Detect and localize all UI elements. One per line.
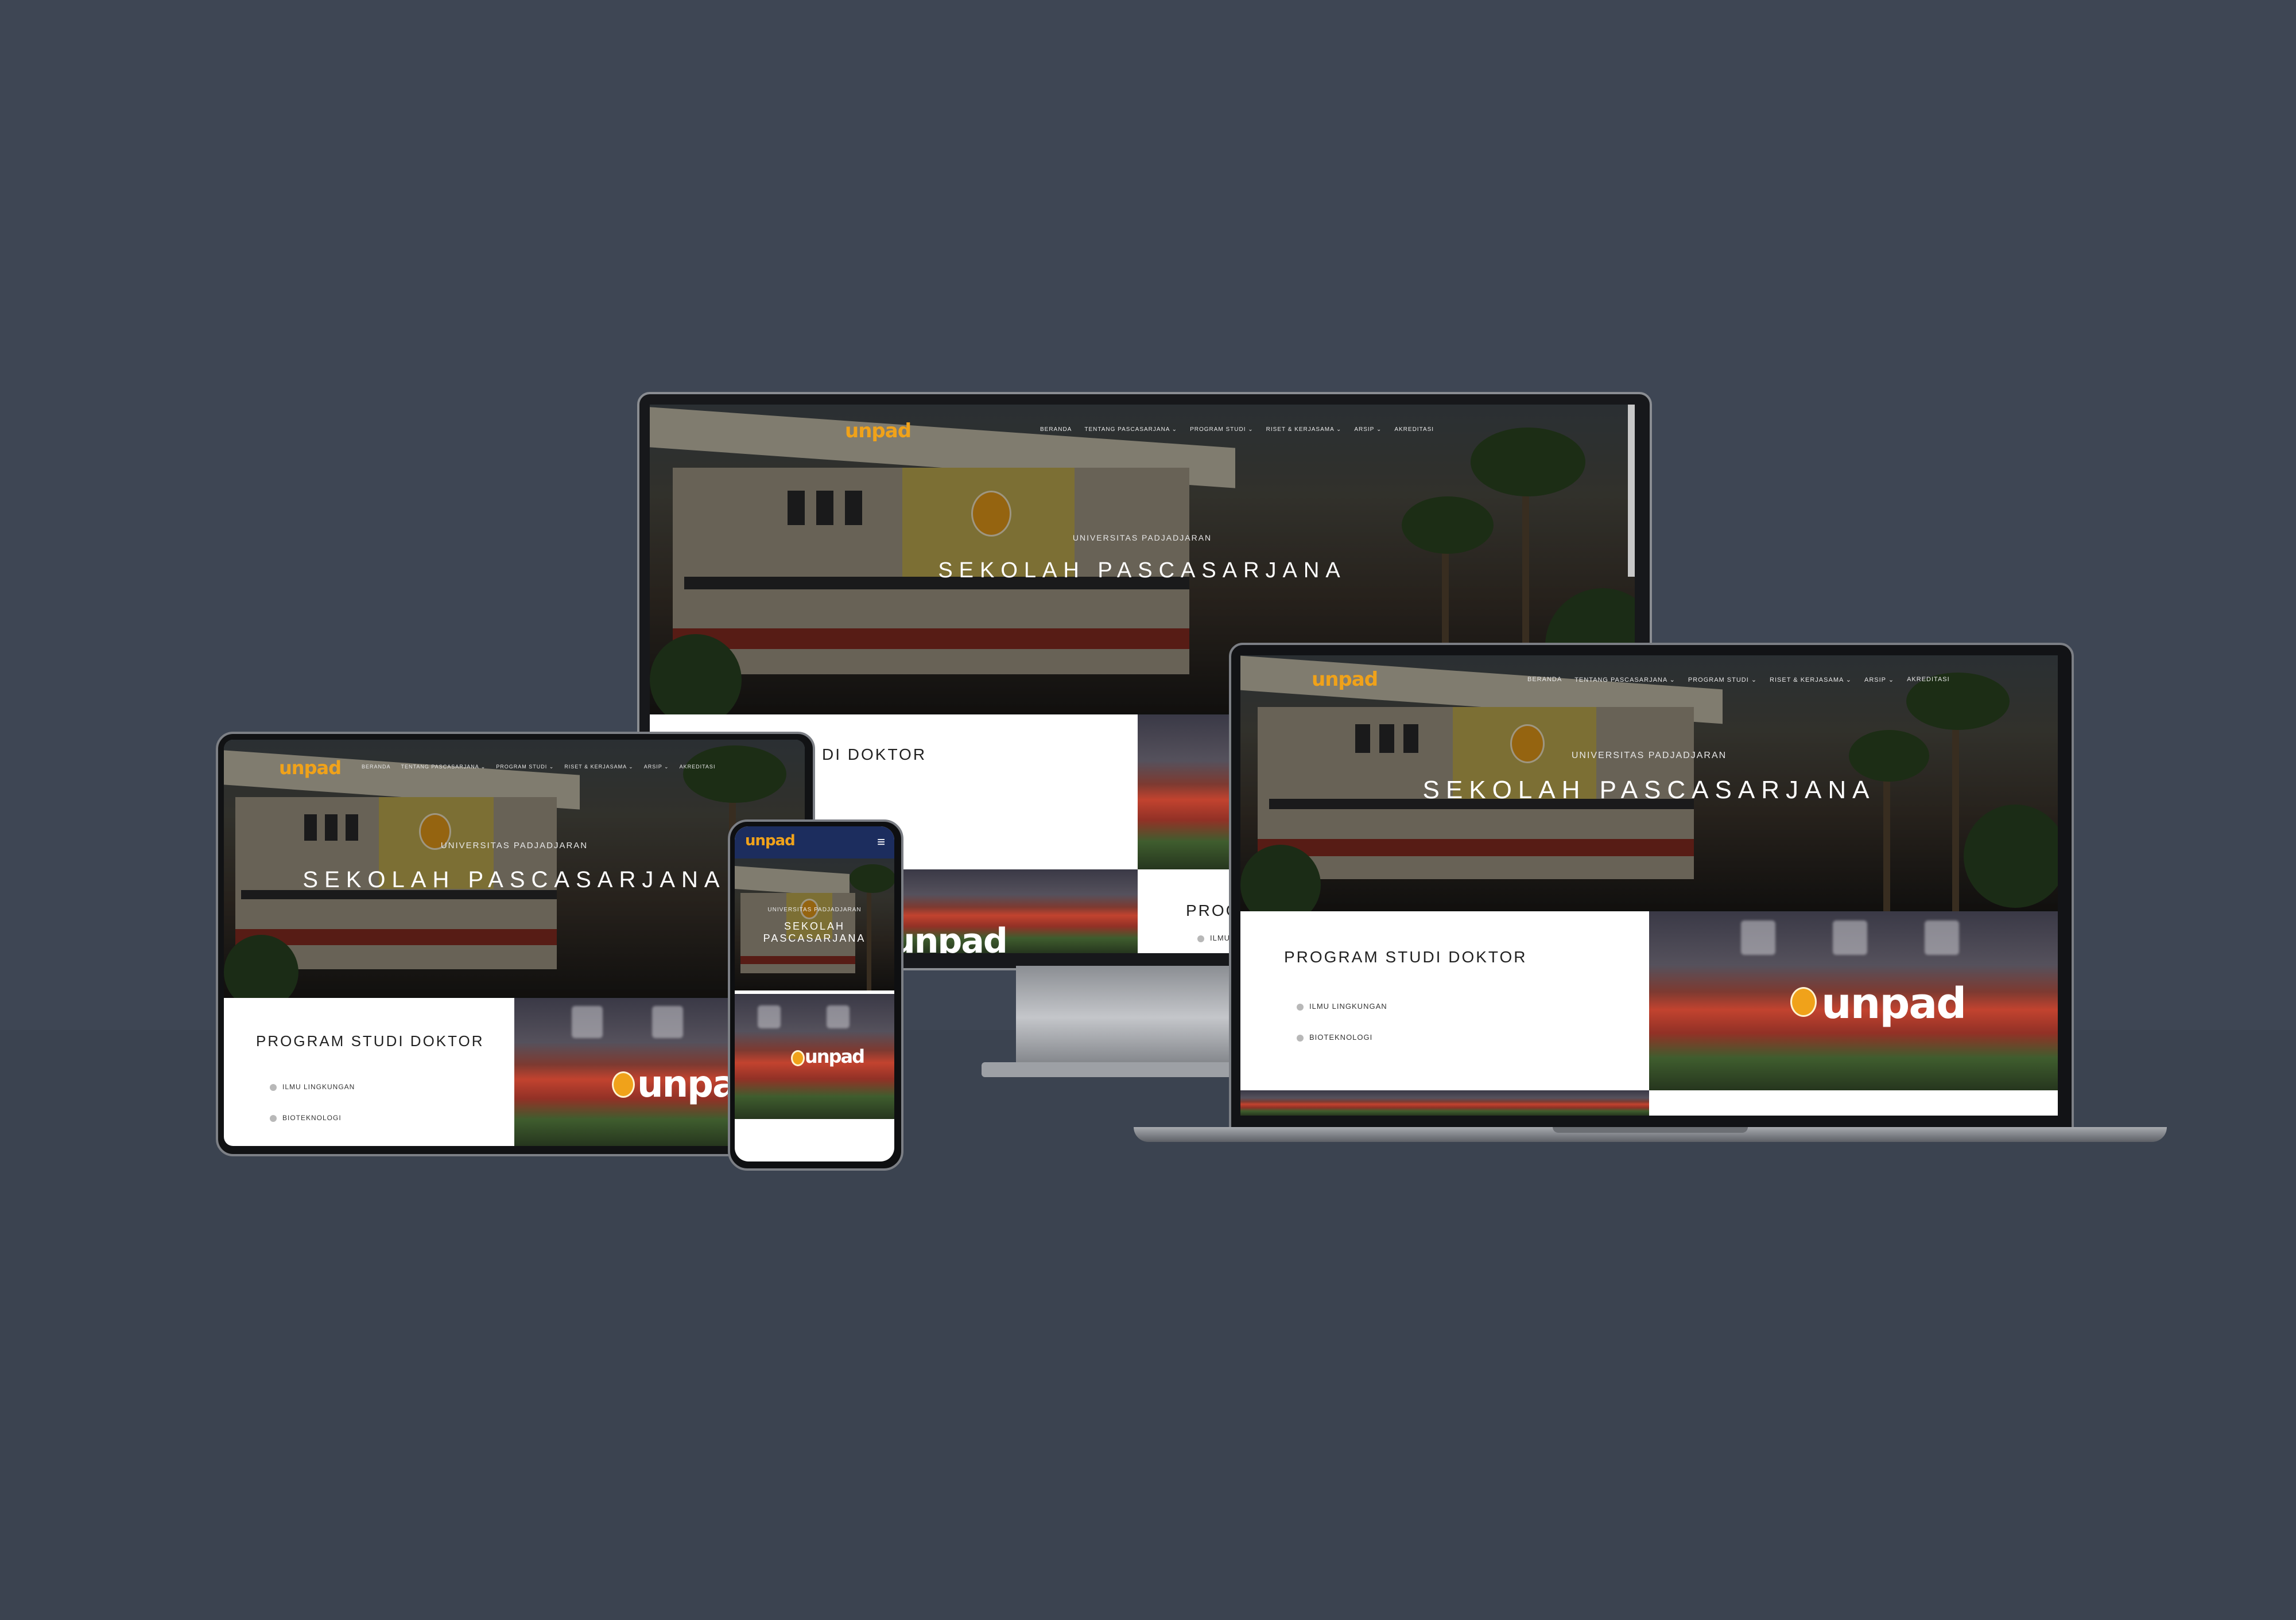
nav-program-studi[interactable]: PROGRAM STUDI ⌄ [1190, 426, 1254, 433]
unpad-brand-mark: unpad [805, 1046, 865, 1067]
unpad-logo[interactable]: unpad [845, 419, 912, 442]
hamburger-menu-icon[interactable]: ≡ [877, 834, 885, 850]
program-panel: PROGRAM STUDI DOKTOR ILMU LINGKUNGAN BIO… [224, 998, 514, 1146]
nav-beranda[interactable]: BERANDA [362, 764, 391, 770]
nav-program-studi[interactable]: PROGRAM STUDI ⌄ [1688, 676, 1757, 683]
scrollbar[interactable] [1628, 405, 1635, 577]
nav-akreditasi[interactable]: AKREDITASI [680, 764, 716, 770]
unpad-logo[interactable]: unpad [1312, 668, 1378, 691]
nav-riset[interactable]: RISET & KERJASAMA ⌄ [564, 764, 633, 770]
hero-title: SEKOLAH PASCASARJANA [302, 867, 726, 892]
unpad-brand-mark: unpad [891, 921, 1008, 953]
laptop-screen: unpad BERANDA TENTANG PASCASARJANA ⌄ PRO… [1240, 655, 2058, 1116]
unpad-crest-icon [612, 1071, 635, 1098]
nav-arsip[interactable]: ARSIP ⌄ [1864, 676, 1894, 683]
tablet: unpad BERANDA TENTANG PASCASARJANA ⌄ PRO… [216, 732, 815, 1156]
nav-arsip[interactable]: ARSIP ⌄ [1354, 426, 1382, 433]
nav-akreditasi[interactable]: AKREDITASI [1907, 676, 1950, 683]
hero-title: SEKOLAH PASCASARJANA [1422, 776, 1876, 804]
nav-tentang[interactable]: TENTANG PASCASARJANA ⌄ [401, 764, 486, 770]
phone-screen: unpad ≡ UNIVERSITAS PADJADJARAN SEKOLAH … [735, 826, 894, 1161]
nav-tentang[interactable]: TENTANG PASCASARJANA ⌄ [1574, 676, 1676, 683]
nav-riset[interactable]: RISET & KERJASAMA ⌄ [1770, 676, 1852, 683]
nav-riset[interactable]: RISET & KERJASAMA ⌄ [1266, 426, 1342, 433]
hero-section: unpad BERANDA TENTANG PASCASARJANA ⌄ PRO… [1240, 655, 2058, 911]
hero-kicker: UNIVERSITAS PADJADJARAN [1571, 751, 1727, 760]
laptop: unpad BERANDA TENTANG PASCASARJANA ⌄ PRO… [1134, 643, 2167, 1148]
phone: unpad ≡ UNIVERSITAS PADJADJARAN SEKOLAH … [728, 819, 903, 1171]
program-panel-lower [1649, 1090, 2058, 1116]
program-heading: PROGRAM STUDI DOKTOR [1284, 948, 1527, 966]
unpad-logo[interactable]: unpad [745, 832, 796, 849]
main-nav: BERANDA TENTANG PASCASARJANA ⌄ PROGRAM S… [1040, 426, 1434, 433]
nav-tentang[interactable]: TENTANG PASCASARJANA ⌄ [1084, 426, 1177, 433]
laptop-notch [1553, 1127, 1748, 1133]
nav-beranda[interactable]: BERANDA [1527, 676, 1562, 683]
unpad-crest-icon [791, 1050, 805, 1066]
unpad-logo[interactable]: unpad [279, 757, 342, 779]
campus-image-lower [1240, 1090, 1649, 1116]
hero-title: SEKOLAH PASCASARJANA [938, 558, 1347, 582]
campus-image: unpad [1649, 911, 2058, 1090]
nav-beranda[interactable]: BERANDA [1040, 426, 1072, 433]
unpad-brand-mark: unpad [1821, 979, 1967, 1028]
program-item-bioteknologi[interactable]: BIOTEKNOLOGI [270, 1114, 342, 1122]
hero-kicker: UNIVERSITAS PADJADJARAN [767, 907, 862, 913]
hero-title: SEKOLAH PASCASARJANA [763, 920, 866, 944]
hero-section: unpad BERANDA TENTANG PASCASARJANA ⌄ PRO… [224, 740, 805, 998]
unpad-crest-icon [1790, 987, 1817, 1017]
nav-program-studi[interactable]: PROGRAM STUDI ⌄ [496, 764, 554, 770]
main-nav: BERANDA TENTANG PASCASARJANA ⌄ PROGRAM S… [362, 764, 715, 770]
hero-kicker: UNIVERSITAS PADJADJARAN [1072, 533, 1212, 542]
program-item-ilmu-lingkungan[interactable]: ILMU LINGKUNGAN [270, 1083, 355, 1091]
nav-akreditasi[interactable]: AKREDITASI [1394, 426, 1434, 433]
program-panel: PROGRAM STUDI DOKTOR ILMU LINGKUNGAN BIO… [1240, 911, 1649, 1090]
hero-kicker: UNIVERSITAS PADJADJARAN [440, 841, 588, 850]
hero-section: UNIVERSITAS PADJADJARAN SEKOLAH PASCASAR… [735, 858, 894, 990]
tablet-screen: unpad BERANDA TENTANG PASCASARJANA ⌄ PRO… [224, 740, 805, 1146]
program-item-bioteknologi[interactable]: BIOTEKNOLOGI [1297, 1033, 1372, 1042]
program-item-ilmu-lingkungan[interactable]: ILMU LINGKUNGAN [1297, 1002, 1387, 1011]
phone-header: unpad ≡ [735, 826, 894, 858]
program-heading: PROGRAM STUDI DOKTOR [256, 1032, 484, 1050]
main-nav: BERANDA TENTANG PASCASARJANA ⌄ PROGRAM S… [1527, 676, 1950, 683]
campus-image: unpad [735, 994, 894, 1119]
program-heading: DI DOKTOR [822, 745, 927, 763]
nav-arsip[interactable]: ARSIP ⌄ [644, 764, 669, 770]
